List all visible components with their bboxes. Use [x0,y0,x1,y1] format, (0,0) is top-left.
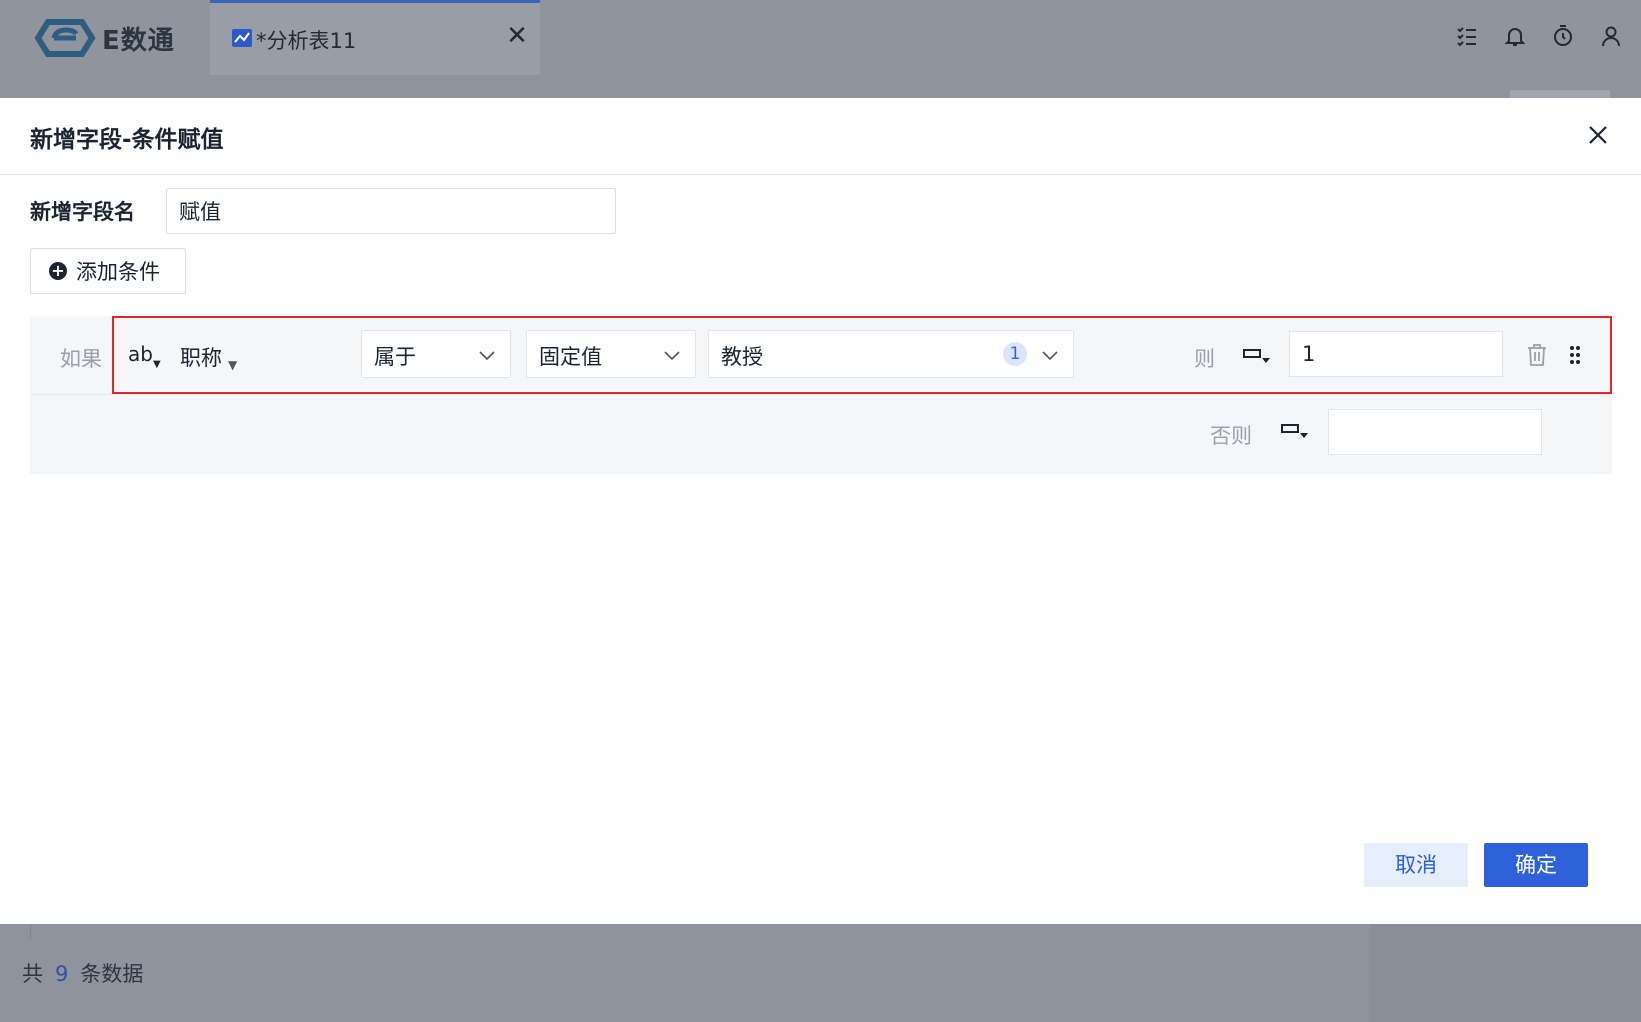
confirm-button[interactable]: 确定 [1484,843,1588,887]
close-icon[interactable] [1581,118,1615,152]
else-value-input[interactable] [1328,409,1542,455]
field-type-toggle[interactable]: ab▼ [128,342,161,370]
if-label: 如果 [60,347,102,371]
cancel-button[interactable]: 取消 [1364,843,1468,887]
caret-down-icon: ▼ [152,359,161,370]
add-condition-button[interactable]: + 添加条件 [30,248,186,294]
plus-circle-icon: + [49,262,67,280]
record-count: 共 9 条数据 [22,958,143,988]
app-logo: E数通 [34,18,175,58]
chart-icon [232,29,252,47]
then-value-input[interactable]: 1 [1289,331,1503,377]
then-label: 则 [1194,347,1215,371]
operator-value: 属于 [374,345,416,369]
record-count-prefix: 共 [22,962,43,986]
value-type-value: 固定值 [539,345,602,369]
bell-icon[interactable] [1501,22,1529,50]
chevron-down-icon [663,345,681,363]
value-type-select[interactable]: 固定值 [526,330,696,378]
add-condition-label: 添加条件 [76,260,160,284]
tab-analysis-sheet[interactable]: *分析表11 ✕ [210,0,540,75]
chevron-down-icon [1041,345,1059,363]
operator-select[interactable]: 属于 [361,330,511,378]
record-count-number: 9 [55,962,69,986]
drag-handle-icon[interactable] [1568,344,1582,366]
condition-field-select[interactable]: 职称 ▼ [180,342,237,372]
caret-down-icon: ▼ [228,358,238,372]
app-header: E数通 *分析表11 ✕ [0,0,1641,75]
else-label: 否则 [1210,424,1252,448]
user-icon[interactable] [1597,22,1625,50]
brand-name: E数通 [102,25,175,56]
value-type-icon[interactable] [1280,421,1310,441]
selected-count-badge: 1 [1003,342,1027,366]
field-name-row: 新增字段名 [30,188,616,234]
timer-icon[interactable] [1549,22,1577,50]
trash-icon[interactable] [1526,343,1548,367]
header-actions [1453,22,1625,50]
selected-value: 教授 [721,345,763,369]
field-type-label: ab [128,342,153,366]
dialog-title: 新增字段-条件赋值 [30,127,224,153]
record-count-suffix: 条数据 [80,962,144,986]
condition-block: 如果 ab▼ 职称 ▼ 属于 固定值 教授 1 则 1 否则 [30,316,1612,474]
condition-field-label: 职称 [180,346,222,370]
field-name-input[interactable] [166,188,616,234]
field-name-label: 新增字段名 [30,200,135,224]
tab-title: *分析表11 [256,29,357,53]
value-multi-select[interactable]: 教授 1 [708,330,1074,378]
value-type-icon[interactable] [1242,346,1272,366]
dialog-header: 新增字段-条件赋值 [0,98,1641,175]
chevron-down-icon [478,345,496,363]
logo-icon [34,19,96,57]
condition-row: 如果 ab▼ 职称 ▼ 属于 固定值 教授 1 则 1 [30,316,1612,395]
task-list-icon[interactable] [1453,22,1481,50]
conditional-assignment-dialog: 新增字段-条件赋值 新增字段名 + 添加条件 如果 ab▼ 职称▼ 属于 固定值 [0,98,1641,924]
tab-close-icon[interactable]: ✕ [502,21,532,51]
